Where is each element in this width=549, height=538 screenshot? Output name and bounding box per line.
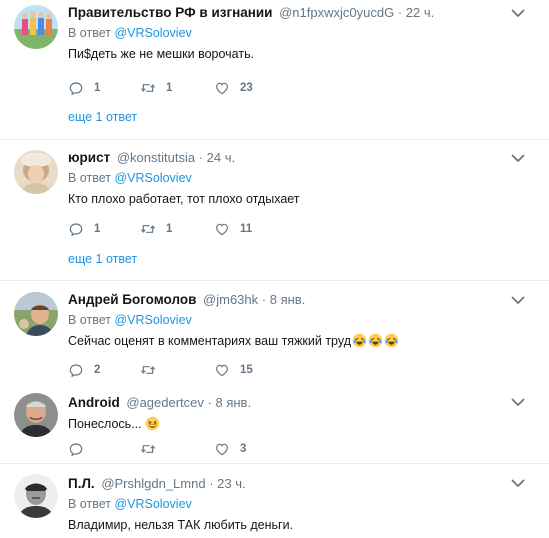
reply-icon — [68, 80, 84, 96]
tweet-text-container: Понеслось... — [68, 416, 509, 433]
avatar[interactable] — [14, 292, 58, 336]
tweet-3[interactable]: Андрей Богомолов @jm63hk · 8 янв. В отве… — [0, 287, 549, 382]
reply-context: В ответ @VRSoloviev — [68, 312, 509, 328]
separator-dot: · — [198, 150, 204, 165]
author-handle[interactable]: @agedertcev — [126, 395, 204, 410]
author-name[interactable]: Android — [68, 395, 120, 410]
reply-count: 1 — [94, 223, 101, 235]
like-count: 3 — [240, 443, 247, 455]
reply-count: 1 — [94, 82, 101, 94]
divider — [0, 139, 549, 140]
reply-mention[interactable]: @VRSoloviev — [114, 497, 191, 511]
separator-dot: · — [397, 5, 403, 20]
reply-context: В ответ @VRSoloviev — [68, 496, 509, 512]
author-name[interactable]: Андрей Богомолов — [68, 292, 196, 307]
avatar[interactable] — [14, 150, 58, 194]
show-more-replies-link[interactable]: еще 1 ответ — [68, 251, 137, 267]
show-more-replies-link[interactable]: еще 1 ответ — [68, 109, 137, 125]
tweet-2[interactable]: юрист @konstitutsia · 24 ч. В ответ @VRS… — [0, 145, 549, 275]
rolling-on-floor-laughing-emoji — [368, 333, 383, 348]
reply-prefix: В ответ — [68, 313, 111, 327]
retweet-icon — [140, 441, 156, 457]
author-handle[interactable]: @konstitutsia — [117, 150, 195, 165]
author-handle[interactable]: @jm63hk — [203, 292, 258, 307]
reply-count: 2 — [94, 364, 101, 376]
like-count: 15 — [240, 364, 253, 376]
heart-icon — [214, 362, 230, 378]
tweet-actions: 3 — [68, 440, 328, 458]
timestamp[interactable]: 23 ч. — [217, 476, 245, 491]
tweet-4[interactable]: Android @agedertcev · 8 янв. Понеслось..… — [0, 389, 549, 459]
tweet-1[interactable]: Правительство РФ в изгнании @n1fpxwxjc0y… — [0, 0, 549, 135]
reply-icon — [68, 362, 84, 378]
reply-mention[interactable]: @VRSoloviev — [114, 313, 191, 327]
tweet-text-container: Сейчас оценят в комментариях ваш тяжкий … — [68, 333, 509, 350]
retweet-count: 1 — [166, 82, 173, 94]
tweet-actions: 1 1 11 — [68, 220, 328, 238]
retweet-icon — [140, 221, 156, 237]
chevron-down-icon[interactable] — [511, 398, 525, 412]
reply-mention[interactable]: @VRSoloviev — [114, 26, 191, 40]
separator-dot: · — [207, 395, 212, 410]
separator-dot: · — [261, 292, 267, 307]
reply-mention[interactable]: @VRSoloviev — [114, 171, 191, 185]
tweet-text: Понеслось... — [68, 417, 142, 431]
tweet-5[interactable]: П.Л. @Prshlgdn_Lmnd · 23 ч. В ответ @VRS… — [0, 470, 549, 538]
heart-icon — [214, 441, 230, 457]
timestamp[interactable]: 24 ч. — [207, 150, 235, 165]
author-name[interactable]: Правительство РФ в изгнании — [68, 5, 272, 20]
grinning-squinting-emoji — [145, 416, 160, 431]
retweet-count: 1 — [166, 223, 173, 235]
avatar[interactable] — [14, 474, 58, 518]
reply-prefix: В ответ — [68, 497, 111, 511]
chevron-down-icon[interactable] — [511, 296, 525, 310]
tweet-text: Сейчас оценят в комментариях ваш тяжкий … — [68, 334, 352, 348]
author-handle[interactable]: @Prshlgdn_Lmnd — [101, 476, 205, 491]
rolling-on-floor-laughing-emoji — [384, 333, 399, 348]
divider — [0, 463, 549, 464]
tweet-text: Кто плохо работает, тот плохо отдыхает — [68, 192, 300, 206]
author-name[interactable]: юрист — [68, 150, 110, 165]
tweet-text: Владимир, нельзя ТАК любить деньги. — [68, 518, 294, 532]
reply-context: В ответ @VRSoloviev — [68, 25, 509, 41]
divider — [0, 280, 549, 281]
retweet-icon — [140, 80, 156, 96]
heart-icon — [214, 221, 230, 237]
author-name[interactable]: П.Л. — [68, 476, 95, 491]
chevron-down-icon[interactable] — [511, 9, 525, 23]
reply-icon — [68, 221, 84, 237]
separator-dot: · — [209, 476, 214, 491]
avatar[interactable] — [14, 5, 58, 49]
tweet-actions: 1 1 23 — [68, 79, 328, 97]
reply-icon — [68, 441, 84, 457]
reply-context: В ответ @VRSoloviev — [68, 170, 509, 186]
reply-prefix: В ответ — [68, 171, 111, 185]
chevron-down-icon[interactable] — [511, 154, 525, 168]
tweet-actions: 2 15 — [68, 361, 328, 379]
avatar[interactable] — [14, 393, 58, 437]
timestamp[interactable]: 8 янв. — [216, 395, 252, 410]
heart-icon — [214, 80, 230, 96]
like-count: 11 — [240, 223, 253, 235]
chevron-down-icon[interactable] — [511, 479, 525, 493]
timestamp[interactable]: 22 ч. — [406, 5, 434, 20]
reply-prefix: В ответ — [68, 26, 111, 40]
timestamp[interactable]: 8 янв. — [270, 292, 306, 307]
rolling-on-floor-laughing-emoji — [352, 333, 367, 348]
author-handle[interactable]: @n1fpxwxjc0yucdG — [279, 5, 394, 20]
tweet-text: Пи$деть же не мешки ворочать. — [68, 47, 255, 61]
like-count: 23 — [240, 82, 253, 94]
retweet-icon — [140, 362, 156, 378]
